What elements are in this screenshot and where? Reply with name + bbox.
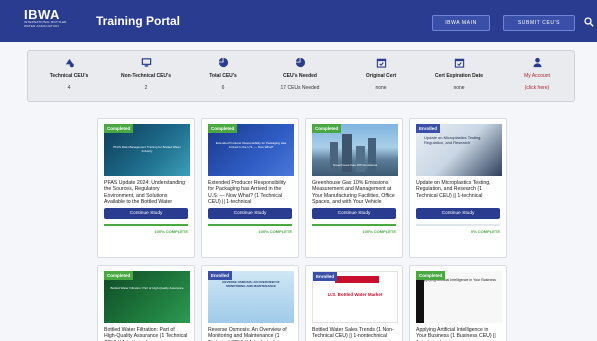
- thumbnail-title: PFAS Risk Management Training for Bottle…: [113, 145, 181, 153]
- progress-bar: [208, 224, 292, 226]
- calendar-check-icon: [376, 58, 386, 68]
- course-card[interactable]: REVERSE OSMOSIS: AN OVERVIEW OF MONITORI…: [201, 265, 299, 341]
- status-badge: Enrolled: [313, 272, 338, 281]
- status-badge: Completed: [104, 271, 134, 280]
- tech-icon: [65, 58, 74, 68]
- progress-label: 100% COMPLETE: [154, 229, 188, 234]
- stat-value: 17 CEUs Needed: [280, 85, 320, 91]
- continue-study-button[interactable]: Continue Study: [416, 208, 500, 219]
- ibwa-logo[interactable]: IBWA INTERNATIONAL BOTTLED WATER ASSOCIA…: [24, 8, 74, 28]
- course-title: Reverse Osmosis: An Overview of Monitori…: [208, 327, 287, 341]
- status-badge: Completed: [312, 124, 342, 133]
- thumbnail-title: Extended Producer Responsibility for Pac…: [215, 141, 287, 149]
- course-card[interactable]: Bottled Water Filtration: Part of High-Q…: [97, 265, 195, 341]
- my-account-link[interactable]: My Account (click here): [502, 57, 572, 91]
- stat-label: Non-Technical CEU's: [121, 73, 171, 79]
- top-bar: IBWA INTERNATIONAL BOTTLED WATER ASSOCIA…: [0, 0, 597, 42]
- course-thumbnail[interactable]: REVERSE OSMOSIS: AN OVERVIEW OF MONITORI…: [208, 271, 294, 323]
- stat-label: My Account: [524, 73, 550, 79]
- search-icon[interactable]: [584, 17, 594, 27]
- continue-study-button[interactable]: Continue Study: [208, 208, 292, 219]
- course-thumbnail[interactable]: PFAS Risk Management Training for Bottle…: [104, 124, 190, 176]
- status-badge: Enrolled: [208, 271, 233, 280]
- ceu-stats-panel: Technical CEU's 4 Non-Technical CEU's 2 …: [27, 50, 575, 102]
- course-thumbnail[interactable]: Applying Artificial Intelligence in Your…: [416, 271, 502, 323]
- logo-subtext: INTERNATIONAL BOTTLED WATER ASSOCIATION: [24, 20, 67, 28]
- thumbnail-title: REVERSE OSMOSIS: AN OVERVIEW OF MONITORI…: [222, 280, 280, 288]
- stat-label: Technical CEU's: [49, 73, 89, 79]
- stat-value: 6: [221, 85, 225, 91]
- course-title: Bottled Water Filtration: Part of High-Q…: [104, 327, 188, 341]
- course-card[interactable]: PFAS Risk Management Training for Bottle…: [97, 118, 195, 258]
- course-thumbnail[interactable]: Bottled Water Filtration: Part of High-Q…: [104, 271, 190, 323]
- course-card[interactable]: Applying Artificial Intelligence in Your…: [409, 265, 507, 341]
- stat-value: 2: [144, 85, 148, 91]
- course-card[interactable]: Greenhouse Gas 10% Emissions Completed G…: [305, 118, 403, 258]
- stat-original-cert: Original Cert none: [346, 57, 416, 91]
- course-title: Update on Microplastics Testing, Regulat…: [416, 180, 491, 199]
- course-title: Greenhouse Gas 10% Emissions Measurement…: [312, 180, 395, 206]
- stat-label: Total CEU's: [209, 73, 237, 79]
- progress-bar: [104, 224, 188, 226]
- thumbnail-title: Update on Microplastics Testing, Regulat…: [424, 135, 482, 145]
- course-title: Applying Artificial Intelligence in Your…: [416, 327, 496, 341]
- stat-nontechnical-ceus: Non-Technical CEU's 2: [111, 57, 181, 91]
- pie-icon: [218, 57, 228, 68]
- stat-cert-expiration: Cert Expiration Date none: [424, 57, 494, 91]
- course-thumbnail[interactable]: Greenhouse Gas 10% Emissions Completed: [312, 124, 398, 176]
- thumbnail-title: Bottled Water Filtration: Part of High-Q…: [110, 286, 184, 290]
- stat-value: none: [375, 85, 387, 91]
- thumbnail-banner: [335, 276, 379, 283]
- thumbnail-title: U.S. Bottled Water Market: [327, 292, 383, 297]
- ibwa-main-button[interactable]: IBWA MAIN: [432, 15, 490, 31]
- course-card[interactable]: U.S. Bottled Water Market Enrolled Bottl…: [305, 265, 403, 341]
- course-card[interactable]: Extended Producer Responsibility for Pac…: [201, 118, 299, 258]
- thumbnail-title: Greenhouse Gas 10% Emissions: [332, 163, 378, 167]
- progress-label: 100% COMPLETE: [362, 229, 396, 234]
- continue-study-button[interactable]: Continue Study: [104, 208, 188, 219]
- progress-fill: [208, 224, 292, 226]
- stat-value: none: [453, 85, 465, 91]
- stat-technical-ceus: Technical CEU's 4: [34, 57, 104, 91]
- progress-fill: [312, 224, 396, 226]
- course-title: Extended Producer Responsibility for Pac…: [208, 180, 286, 206]
- pie-icon: [295, 57, 305, 68]
- continue-study-button[interactable]: Continue Study: [312, 208, 396, 219]
- calendar-check-icon: [454, 58, 464, 68]
- course-title: PFAS Update 2024: Understanding the Sour…: [104, 180, 186, 206]
- stat-value: 4: [67, 85, 71, 91]
- status-badge: Completed: [208, 124, 238, 133]
- progress-label: 0% COMPLETE: [470, 229, 500, 234]
- status-badge: Completed: [104, 124, 134, 133]
- stat-value: (click here): [524, 85, 550, 91]
- stat-ceus-needed: CEU's Needed 17 CEUs Needed: [265, 57, 335, 91]
- monitor-icon: [141, 58, 151, 67]
- course-title: Bottled Water Sales Trends (1 Non-Techni…: [312, 327, 394, 340]
- progress-bar: [416, 224, 500, 226]
- course-thumbnail[interactable]: Extended Producer Responsibility for Pac…: [208, 124, 294, 176]
- course-thumbnail[interactable]: U.S. Bottled Water Market Enrolled: [312, 271, 398, 323]
- building-shape: [356, 146, 365, 172]
- stat-label: Original Cert: [365, 73, 397, 79]
- progress-label: 100% COMPLETE: [258, 229, 292, 234]
- user-icon: [532, 57, 542, 68]
- stat-total-ceus: Total CEU's 6: [188, 57, 258, 91]
- course-thumbnail[interactable]: Update on Microplastics Testing, Regulat…: [416, 124, 502, 176]
- progress-fill: [104, 224, 188, 226]
- progress-bar: [312, 224, 396, 226]
- stat-label: Cert Expiration Date: [434, 73, 484, 79]
- status-badge: Enrolled: [416, 124, 441, 133]
- stat-label: CEU's Needed: [283, 73, 317, 79]
- status-badge: Completed: [416, 271, 446, 280]
- course-card[interactable]: Update on Microplastics Testing, Regulat…: [409, 118, 507, 258]
- page-title: Training Portal: [96, 14, 181, 28]
- submit-ceus-button[interactable]: SUBMIT CEU'S: [503, 15, 575, 31]
